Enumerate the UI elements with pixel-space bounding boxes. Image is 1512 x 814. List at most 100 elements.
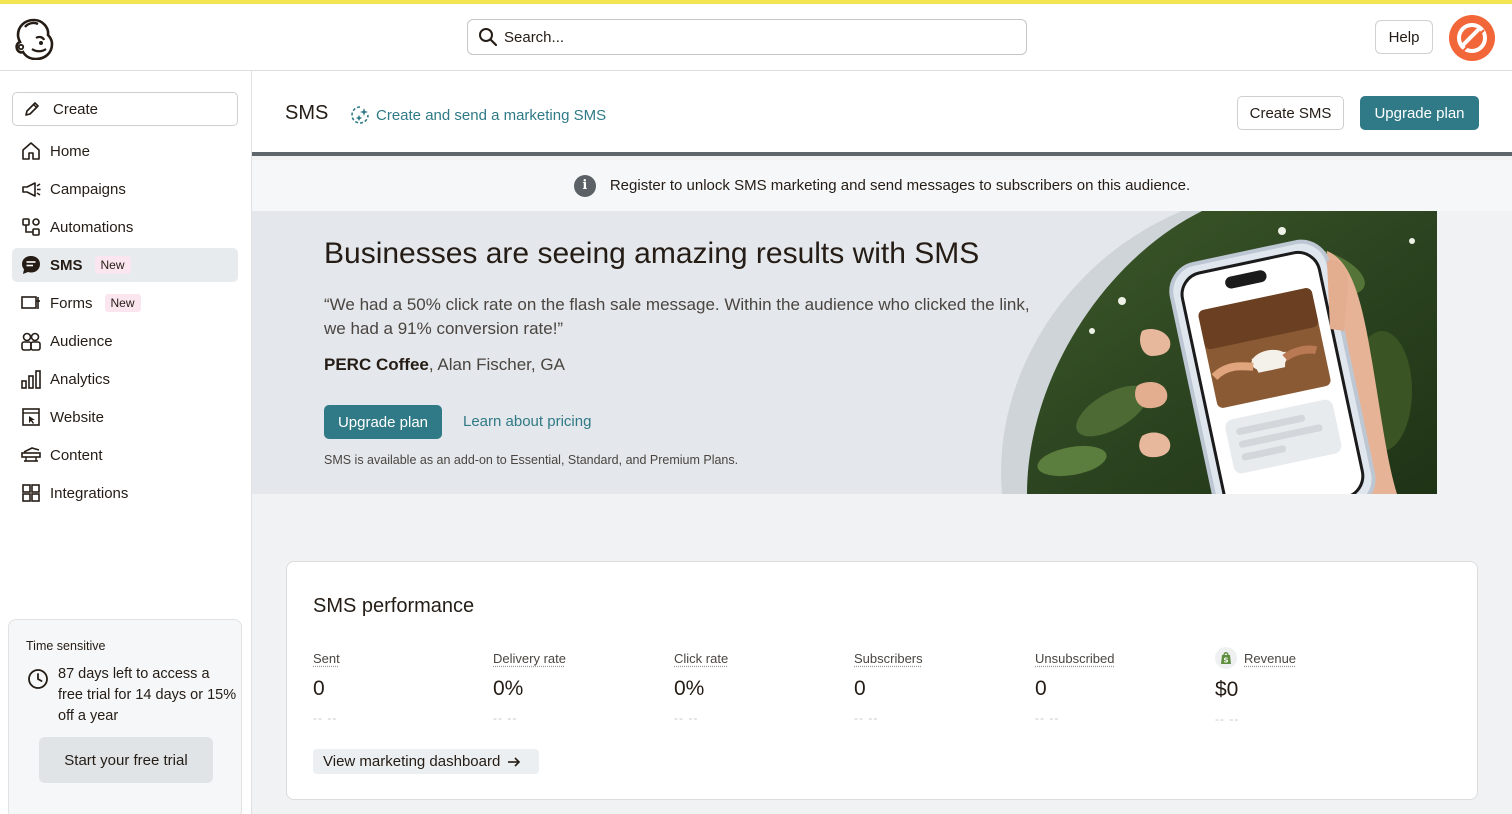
pencil-icon bbox=[23, 100, 41, 118]
sidebar-item-audience[interactable]: Audience bbox=[12, 324, 238, 358]
sidebar: Create Home Campaigns Automations SMS Ne… bbox=[0, 71, 252, 814]
start-free-trial-button[interactable]: Start your free trial bbox=[39, 737, 213, 783]
phone-in-hand-illustration bbox=[992, 211, 1437, 494]
metric-unsubscribed: Unsubscribed 0 -- -- bbox=[1035, 650, 1205, 725]
automations-icon bbox=[20, 216, 42, 238]
clock-icon bbox=[27, 668, 49, 690]
sidebar-item-sms[interactable]: SMS New bbox=[12, 248, 238, 282]
svg-text:S: S bbox=[1223, 657, 1228, 665]
metric-revenue: S Revenue $0 -- -- bbox=[1215, 647, 1385, 726]
page-header: SMS Create and send a marketing SMS Crea… bbox=[252, 71, 1512, 156]
sms-promo-banner: Businesses are seeing amazing results wi… bbox=[252, 211, 1437, 494]
sidebar-item-label: Audience bbox=[50, 333, 113, 350]
sms-performance-card: SMS performance Sent 0 -- -- Delivery ra… bbox=[286, 561, 1478, 800]
account-avatar[interactable] bbox=[1449, 15, 1495, 61]
banner-upgrade-plan-button[interactable]: Upgrade plan bbox=[324, 405, 442, 439]
audience-icon bbox=[20, 330, 42, 352]
megaphone-icon bbox=[20, 178, 42, 200]
info-icon: i bbox=[574, 175, 596, 197]
metric-value: 0% bbox=[493, 677, 663, 701]
promo-title: Time sensitive bbox=[26, 639, 105, 653]
upgrade-plan-button[interactable]: Upgrade plan bbox=[1360, 96, 1479, 130]
search-input[interactable] bbox=[504, 29, 984, 46]
metric-change: -- -- bbox=[1215, 712, 1385, 726]
top-bar: Help bbox=[0, 4, 1512, 71]
create-label: Create bbox=[53, 101, 98, 118]
trial-promo-card: Time sensitive 87 days left to access a … bbox=[8, 619, 242, 814]
metric-change: -- -- bbox=[854, 711, 1024, 725]
metric-value: 0% bbox=[674, 677, 844, 701]
help-button[interactable]: Help bbox=[1375, 20, 1433, 54]
performance-title: SMS performance bbox=[313, 595, 474, 618]
view-marketing-dashboard-button[interactable]: View marketing dashboard bbox=[313, 749, 539, 774]
sidebar-item-label: Campaigns bbox=[50, 181, 126, 198]
shopify-bag-icon: S bbox=[1215, 647, 1237, 669]
banner-heading: Businesses are seeing amazing results wi… bbox=[324, 237, 979, 271]
metric-label[interactable]: Subscribers bbox=[854, 651, 923, 666]
create-sms-button[interactable]: Create SMS bbox=[1237, 96, 1344, 130]
sidebar-item-label: Automations bbox=[50, 219, 133, 236]
register-notice: i Register to unlock SMS marketing and s… bbox=[252, 160, 1512, 211]
website-icon bbox=[20, 406, 42, 428]
notice-text: Register to unlock SMS marketing and sen… bbox=[610, 177, 1190, 194]
metric-sent: Sent 0 -- -- bbox=[313, 650, 483, 725]
content-icon bbox=[20, 444, 42, 466]
mailchimp-logo[interactable] bbox=[12, 16, 56, 60]
author-details: , Alan Fischer, GA bbox=[429, 355, 565, 374]
learn-about-pricing-link[interactable]: Learn about pricing bbox=[463, 413, 591, 430]
page-title: SMS bbox=[285, 102, 328, 125]
sidebar-item-forms[interactable]: Forms New bbox=[12, 286, 238, 320]
create-button[interactable]: Create bbox=[12, 92, 238, 126]
metric-value: $0 bbox=[1215, 678, 1385, 702]
metric-value: 0 bbox=[1035, 677, 1205, 701]
sidebar-item-label: Analytics bbox=[50, 371, 110, 388]
sidebar-item-label: Content bbox=[50, 447, 103, 464]
metric-change: -- -- bbox=[493, 711, 663, 725]
metric-change: -- -- bbox=[313, 711, 483, 725]
integrations-icon bbox=[20, 482, 42, 504]
sidebar-item-campaigns[interactable]: Campaigns bbox=[12, 172, 238, 206]
metric-delivery-rate: Delivery rate 0% -- -- bbox=[493, 650, 663, 725]
sidebar-item-website[interactable]: Website bbox=[12, 400, 238, 434]
sidebar-item-label: SMS bbox=[50, 257, 83, 274]
testimonial-quote: “We had a 50% click rate on the flash sa… bbox=[324, 293, 1034, 341]
sidebar-item-label: Home bbox=[50, 143, 90, 160]
sidebar-item-label: Forms bbox=[50, 295, 93, 312]
metric-change: -- -- bbox=[674, 711, 844, 725]
sidebar-item-home[interactable]: Home bbox=[12, 134, 238, 168]
search-bar[interactable] bbox=[467, 19, 1027, 55]
analytics-icon bbox=[20, 368, 42, 390]
sparkle-icon bbox=[350, 105, 370, 125]
create-marketing-sms-label: Create and send a marketing SMS bbox=[376, 107, 606, 124]
new-badge: New bbox=[105, 294, 141, 312]
forms-icon bbox=[20, 292, 42, 314]
sms-icon bbox=[20, 254, 42, 276]
dashboard-label: View marketing dashboard bbox=[323, 753, 500, 770]
sidebar-item-analytics[interactable]: Analytics bbox=[12, 362, 238, 396]
metric-label[interactable]: Click rate bbox=[674, 651, 728, 666]
home-icon bbox=[20, 140, 42, 162]
search-icon bbox=[478, 27, 498, 47]
metric-label[interactable]: Delivery rate bbox=[493, 651, 566, 666]
metric-change: -- -- bbox=[1035, 711, 1205, 725]
metric-value: 0 bbox=[313, 677, 483, 701]
metric-value: 0 bbox=[854, 677, 1024, 701]
arrow-right-icon bbox=[506, 754, 522, 770]
testimonial-author: PERC Coffee, Alan Fischer, GA bbox=[324, 355, 565, 375]
sidebar-item-automations[interactable]: Automations bbox=[12, 210, 238, 244]
metric-label[interactable]: Revenue bbox=[1244, 651, 1296, 666]
metric-label[interactable]: Unsubscribed bbox=[1035, 651, 1115, 666]
metric-label[interactable]: Sent bbox=[313, 651, 340, 666]
author-company: PERC Coffee bbox=[324, 355, 429, 374]
sidebar-item-label: Integrations bbox=[50, 485, 128, 502]
sidebar-item-integrations[interactable]: Integrations bbox=[12, 476, 238, 510]
promo-text: 87 days left to access a free trial for … bbox=[58, 664, 238, 727]
metric-subscribers: Subscribers 0 -- -- bbox=[854, 650, 1024, 725]
new-badge: New bbox=[95, 256, 131, 274]
main-content: SMS Create and send a marketing SMS Crea… bbox=[252, 71, 1512, 814]
create-marketing-sms-link[interactable]: Create and send a marketing SMS bbox=[350, 105, 606, 125]
sidebar-item-label: Website bbox=[50, 409, 104, 426]
sidebar-item-content[interactable]: Content bbox=[12, 438, 238, 472]
availability-note: SMS is available as an add-on to Essenti… bbox=[324, 453, 738, 467]
metric-click-rate: Click rate 0% -- -- bbox=[674, 650, 844, 725]
